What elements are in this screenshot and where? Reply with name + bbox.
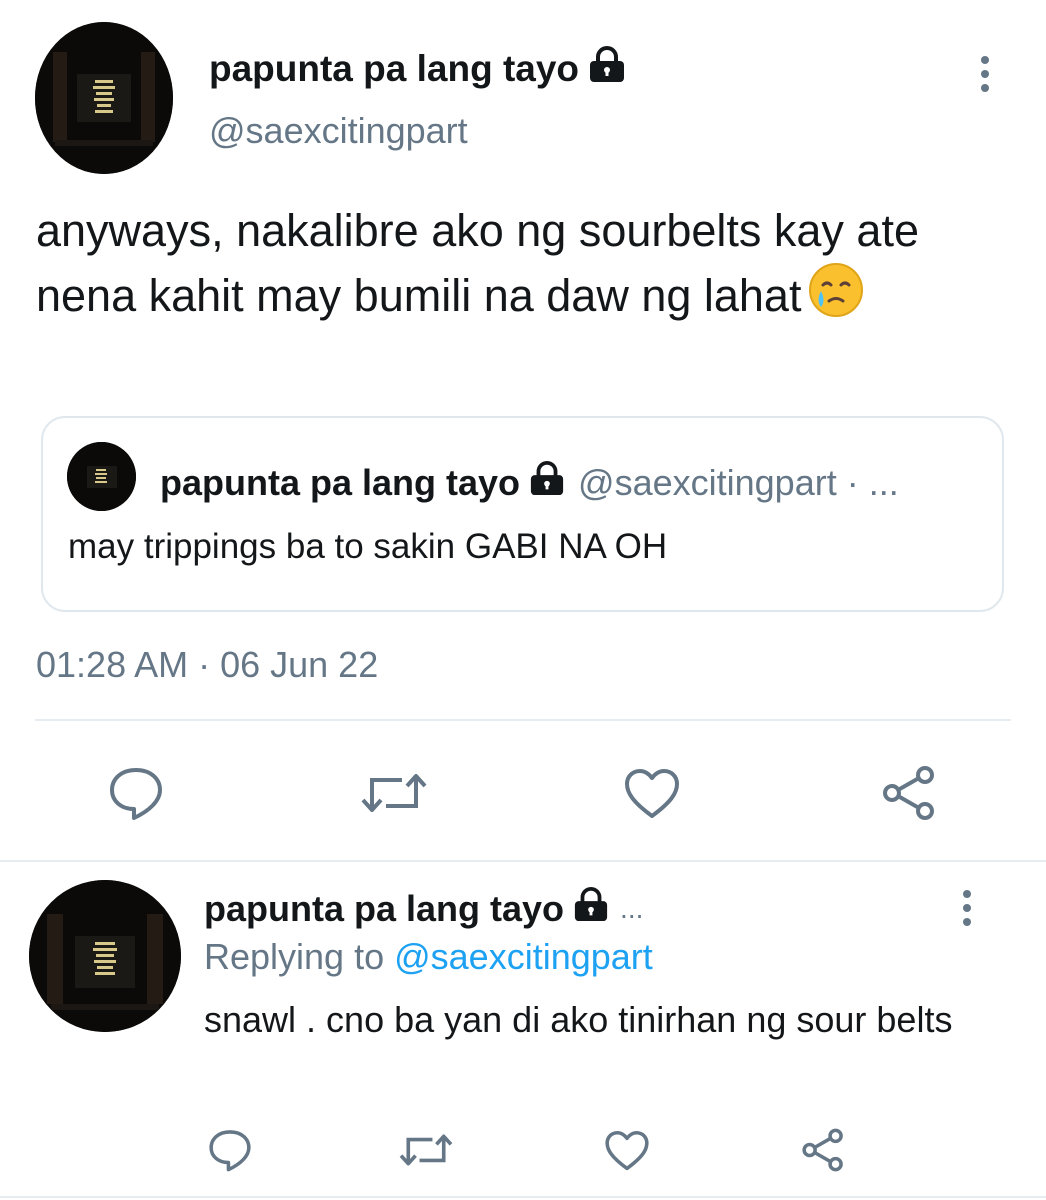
tweet-text-content: anyways, nakalibre ako ng sourbelts kay …: [36, 205, 919, 321]
lock-icon: [572, 886, 610, 931]
quoted-avatar: [67, 442, 136, 511]
retweet-icon[interactable]: [358, 770, 430, 816]
quoted-tweet-card[interactable]: [41, 416, 1004, 612]
tweet-timestamp: 01:28 AM · 06 Jun 22: [36, 644, 379, 685]
divider: [35, 719, 1011, 721]
author-handle[interactable]: @saexcitingpart: [209, 110, 468, 152]
reply-avatar[interactable]: [29, 880, 181, 1032]
replying-to-mention-link[interactable]: @saexcitingpart: [394, 936, 653, 977]
reply-name-overflow: ...: [620, 892, 644, 924]
lock-icon: [587, 45, 627, 92]
like-icon[interactable]: [623, 768, 681, 820]
tweet-text: anyways, nakalibre ako ng sourbelts kay …: [36, 200, 996, 334]
reply-author-name: papunta pa lang tayo: [204, 887, 565, 929]
like-icon[interactable]: [604, 1130, 650, 1172]
reply-tweet-text: snawl . cno ba yan di ako tinirhan ng so…: [204, 999, 953, 1040]
quoted-avatar-image: [67, 442, 136, 511]
lock-icon: [528, 460, 566, 505]
reply-icon[interactable]: [107, 765, 165, 821]
reply-author-row[interactable]: papunta pa lang tayo ...: [204, 886, 643, 931]
divider: [0, 860, 1046, 862]
divider: [0, 1196, 1046, 1198]
avatar-image: [35, 22, 173, 174]
quoted-author-handle: @saexcitingpart · ...: [578, 461, 899, 503]
quoted-tweet-text: may trippings ba to sakin GABI NA OH: [68, 527, 668, 566]
reply-avatar-image: [29, 880, 181, 1032]
more-options-icon[interactable]: [978, 56, 992, 92]
reply-more-options-icon[interactable]: [960, 890, 974, 926]
quoted-author-row: papunta pa lang tayo @saexcitingpart · .…: [160, 460, 899, 505]
share-icon[interactable]: [880, 765, 938, 821]
retweet-icon[interactable]: [397, 1131, 455, 1169]
face-holding-back-tears-icon: [807, 261, 865, 334]
author-name[interactable]: papunta pa lang tayo: [209, 45, 627, 92]
avatar[interactable]: [35, 22, 173, 174]
replying-to: Replying to @saexcitingpart: [204, 936, 653, 978]
reply-icon[interactable]: [207, 1128, 253, 1172]
share-icon[interactable]: [800, 1128, 846, 1172]
quoted-author-name: papunta pa lang tayo: [160, 461, 521, 503]
replying-to-label: Replying to: [204, 936, 385, 977]
author-name-text: papunta pa lang tayo: [209, 47, 580, 89]
